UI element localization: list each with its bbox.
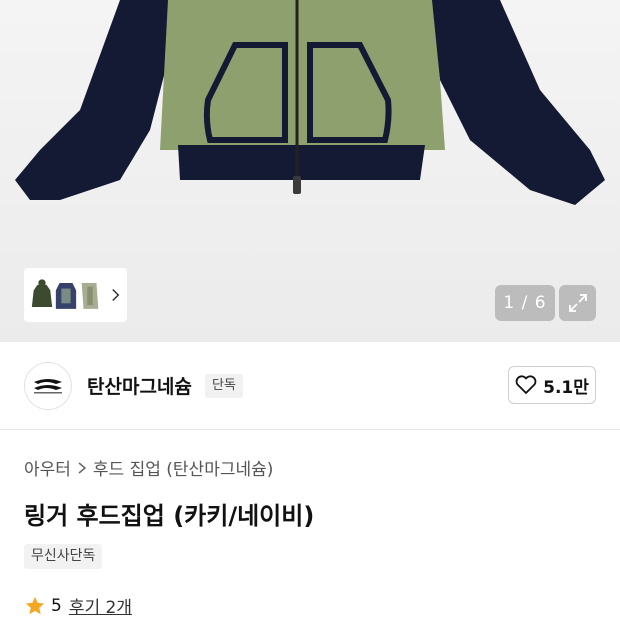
thumbnail-back[interactable] xyxy=(54,276,78,314)
star-icon xyxy=(25,596,45,614)
like-count: 5.1만 xyxy=(543,377,589,398)
heart-icon xyxy=(515,375,537,394)
exclusive-tag: 무신사단독 xyxy=(24,544,103,569)
brand-name[interactable]: 탄산마그네슘 xyxy=(87,372,192,399)
expand-button[interactable] xyxy=(559,285,596,321)
thumbnail-front[interactable] xyxy=(30,276,54,314)
chevron-right-icon xyxy=(78,461,87,474)
thumbnail-strip[interactable] xyxy=(24,268,127,322)
brand-logo[interactable] xyxy=(24,362,72,410)
rating-value: 5 xyxy=(51,595,62,616)
expand-icon xyxy=(568,294,587,312)
product-image-gallery[interactable]: 1 / 6 xyxy=(0,0,620,342)
breadcrumb: 아우터 후드 집업 (탄산마그네슘) xyxy=(24,455,273,480)
chevron-right-icon[interactable] xyxy=(110,287,121,303)
breadcrumb-item-hood-zipup[interactable]: 후드 집업 (탄산마그네슘) xyxy=(93,455,273,480)
brand-logo-icon xyxy=(34,379,62,394)
breadcrumb-item-outer[interactable]: 아우터 xyxy=(24,455,71,480)
product-title: 링거 후드집업 (카키/네이비) xyxy=(24,502,315,530)
rating-row: 5 후기 2개 xyxy=(24,593,132,618)
review-link[interactable]: 후기 2개 xyxy=(69,593,132,618)
exclusive-badge: 단독 xyxy=(205,374,243,398)
image-counter: 1 / 6 xyxy=(495,285,555,321)
brand-row: 탄산마그네슘 단독 5.1만 xyxy=(0,342,620,430)
thumbnail-detail[interactable] xyxy=(78,276,102,314)
like-button[interactable]: 5.1만 xyxy=(508,366,596,404)
